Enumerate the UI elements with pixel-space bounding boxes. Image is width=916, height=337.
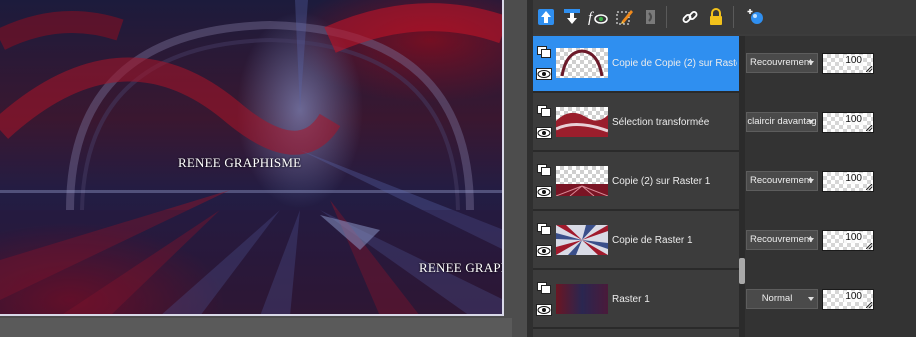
- dropdown-arrow-icon: [808, 120, 814, 124]
- opacity-value: 100: [844, 232, 863, 243]
- layer-thumbnail[interactable]: [556, 107, 608, 137]
- opacity-value: 100: [844, 114, 863, 125]
- layer-group-icon[interactable]: [537, 105, 551, 117]
- blend-mode-value: Normal: [761, 293, 793, 304]
- layer-row[interactable]: Sélection transformée: [533, 95, 739, 152]
- layer-thumbnail[interactable]: [556, 48, 608, 78]
- layer-name[interactable]: Copie de Copie (2) sur Raster 1: [612, 58, 737, 69]
- link-icon[interactable]: [679, 6, 701, 28]
- layer-name[interactable]: Raster 1: [612, 294, 737, 305]
- toolbar-separator: [733, 6, 734, 28]
- mask-icon[interactable]: [639, 6, 661, 28]
- layer-thumbnail[interactable]: [556, 284, 608, 314]
- resize-grip-icon: [866, 243, 872, 249]
- opacity-value: 100: [844, 291, 863, 302]
- layer-name[interactable]: Copie de Raster 1: [612, 235, 737, 246]
- canvas-horizontal-scrollbar[interactable]: [0, 318, 512, 337]
- artwork-image[interactable]: RENEE GRAPHISME RENEE GRAPHISME: [0, 0, 504, 316]
- svg-text:f: f: [588, 10, 594, 26]
- resize-grip-icon: [866, 66, 872, 72]
- blend-mode-value: Recouvrement: [750, 175, 812, 186]
- layer-row[interactable]: Copie de Copie (2) sur Raster 1: [533, 36, 739, 93]
- blend-mode-dropdown[interactable]: Recouvrement: [746, 230, 818, 250]
- layer-properties-row: Éclaircir davantage 100: [745, 95, 916, 152]
- visibility-eye-icon[interactable]: [536, 186, 552, 198]
- visibility-eye-icon[interactable]: [536, 304, 552, 316]
- layer-properties-row: Normal 100: [745, 272, 916, 329]
- move-layer-up-icon[interactable]: [535, 6, 557, 28]
- toolbar-separator: [666, 6, 667, 28]
- opacity-field[interactable]: 100: [822, 112, 874, 133]
- visibility-eye-icon[interactable]: [536, 127, 552, 139]
- opacity-value: 100: [844, 173, 863, 184]
- image-canvas-area[interactable]: RENEE GRAPHISME RENEE GRAPHISME: [0, 0, 527, 337]
- layer-group-icon[interactable]: [537, 223, 551, 235]
- resize-grip-icon: [866, 302, 872, 308]
- layer-row[interactable]: Raster 1: [533, 272, 739, 329]
- layer-properties-column: Recouvrement 100 Éclaircir davantage 100…: [745, 36, 916, 337]
- move-layer-down-icon[interactable]: [561, 6, 583, 28]
- opacity-field[interactable]: 100: [822, 230, 874, 251]
- layer-thumbnail[interactable]: [556, 225, 608, 255]
- layer-row[interactable]: Copie (2) sur Raster 1: [533, 154, 739, 211]
- blend-mode-value: Recouvrement: [750, 234, 812, 245]
- blend-mode-dropdown[interactable]: Normal: [746, 289, 818, 309]
- dropdown-arrow-icon: [808, 297, 814, 301]
- layers-panel: f Copie de Copie (2) sur Rast Sélection …: [527, 0, 916, 337]
- layer-group-icon[interactable]: [537, 282, 551, 294]
- layer-properties-row: Recouvrement 100: [745, 154, 916, 211]
- layer-list: Copie de Copie (2) sur Raster 1 Sélectio…: [533, 36, 739, 337]
- watermark-text: RENEE GRAPHISME: [178, 155, 302, 170]
- layer-group-icon[interactable]: [537, 46, 551, 58]
- visibility-eye-icon[interactable]: [536, 68, 552, 80]
- new-layer-icon[interactable]: [745, 6, 767, 28]
- lock-icon[interactable]: [705, 6, 727, 28]
- layer-properties-row: Recouvrement 100: [745, 213, 916, 270]
- watermark-text: RENEE GRAPHISME: [419, 260, 502, 275]
- blend-mode-value: Recouvrement: [750, 57, 812, 68]
- layer-name[interactable]: Copie (2) sur Raster 1: [612, 176, 737, 187]
- edit-selection-icon[interactable]: [613, 6, 635, 28]
- blend-mode-dropdown[interactable]: Recouvrement: [746, 53, 818, 73]
- blend-mode-dropdown[interactable]: Recouvrement: [746, 171, 818, 191]
- resize-grip-icon: [866, 125, 872, 131]
- opacity-field[interactable]: 100: [822, 53, 874, 74]
- opacity-value: 100: [844, 55, 863, 66]
- layer-thumbnail[interactable]: [556, 166, 608, 196]
- blend-mode-dropdown[interactable]: Éclaircir davantage: [746, 112, 818, 132]
- dropdown-arrow-icon: [808, 179, 814, 183]
- layers-toolbar: f: [533, 0, 916, 34]
- layer-effects-icon[interactable]: f: [587, 6, 609, 28]
- opacity-field[interactable]: 100: [822, 171, 874, 192]
- layer-row[interactable]: Copie de Raster 1: [533, 213, 739, 270]
- resize-grip-icon: [866, 184, 872, 190]
- layer-name[interactable]: Sélection transformée: [612, 117, 737, 128]
- dropdown-arrow-icon: [808, 61, 814, 65]
- layer-group-icon[interactable]: [537, 164, 551, 176]
- visibility-eye-icon[interactable]: [536, 245, 552, 257]
- opacity-field[interactable]: 100: [822, 289, 874, 310]
- dropdown-arrow-icon: [808, 238, 814, 242]
- layer-properties-row: Recouvrement 100: [745, 36, 916, 93]
